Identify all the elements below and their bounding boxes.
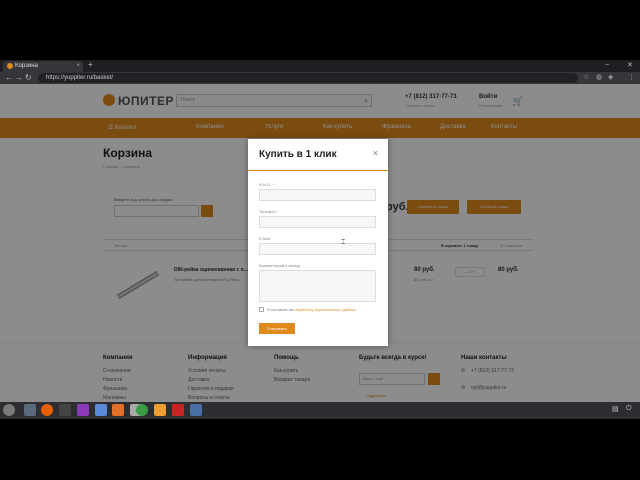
url-field[interactable]: https://yuppiter.ru/basket/	[38, 73, 578, 83]
name-label: Ф.И.О. *	[259, 182, 275, 187]
minimize-icon[interactable]: –	[605, 61, 609, 68]
extension-icon[interactable]: ◍	[596, 73, 602, 81]
close-window-icon[interactable]: ✕	[627, 61, 633, 69]
bookmark-star-icon[interactable]: ☆	[583, 73, 589, 81]
forward-icon[interactable]: →	[15, 72, 23, 84]
screen: Корзина × + – ✕ ← → ↻ https://yuppiter.r…	[0, 0, 640, 480]
phpstorm-icon[interactable]	[77, 404, 89, 416]
browser-tab-bar	[0, 60, 640, 72]
new-tab-button[interactable]: +	[88, 60, 93, 69]
name-field[interactable]	[259, 189, 376, 201]
email-label: E-Mail	[259, 236, 271, 241]
agree-checkbox[interactable]	[259, 307, 264, 312]
files-icon[interactable]	[95, 404, 107, 416]
app-icon[interactable]	[24, 404, 36, 416]
app-icon[interactable]	[190, 404, 202, 416]
reload-icon[interactable]: ↻	[25, 72, 32, 84]
comment-label: Комментарий к заказу	[259, 263, 301, 268]
modal-divider	[248, 170, 388, 171]
extension-icon[interactable]: ◈	[608, 73, 613, 81]
tray-icon[interactable]: ▤	[612, 405, 619, 413]
close-icon[interactable]: ×	[373, 148, 378, 158]
phone-label: Телефон *	[259, 209, 279, 214]
app-icon[interactable]	[112, 404, 124, 416]
chrome-icon[interactable]	[136, 404, 148, 416]
mouse-cursor-icon: ⌶	[341, 239, 346, 246]
modal-title: Купить в 1 клик	[259, 149, 337, 160]
start-menu-icon[interactable]	[3, 404, 15, 416]
back-icon[interactable]: ←	[5, 72, 13, 84]
phone-field[interactable]	[259, 216, 376, 228]
tab-title: Корзина	[15, 63, 38, 69]
comment-textarea[interactable]	[259, 270, 376, 302]
close-icon[interactable]: ×	[76, 61, 80, 72]
submit-button[interactable]: Отправить	[259, 323, 295, 334]
terminal-icon[interactable]	[59, 404, 71, 416]
quick-buy-modal: Купить в 1 клик × Ф.И.О. * Телефон * E-M…	[248, 139, 388, 346]
filezilla-icon[interactable]	[172, 404, 184, 416]
email-field[interactable]	[259, 243, 376, 255]
firefox-icon[interactable]	[41, 404, 53, 416]
app-icon[interactable]	[154, 404, 166, 416]
menu-icon[interactable]: ⋮	[628, 73, 635, 81]
agree-text: Я согласен на обработку персональных дан…	[267, 307, 357, 312]
tray-icon[interactable]: ⏻	[626, 405, 632, 413]
favicon-icon	[7, 63, 13, 69]
browser-tab-basket[interactable]: Корзина ×	[3, 61, 83, 72]
privacy-link[interactable]: обработку персональных данных	[294, 307, 356, 312]
